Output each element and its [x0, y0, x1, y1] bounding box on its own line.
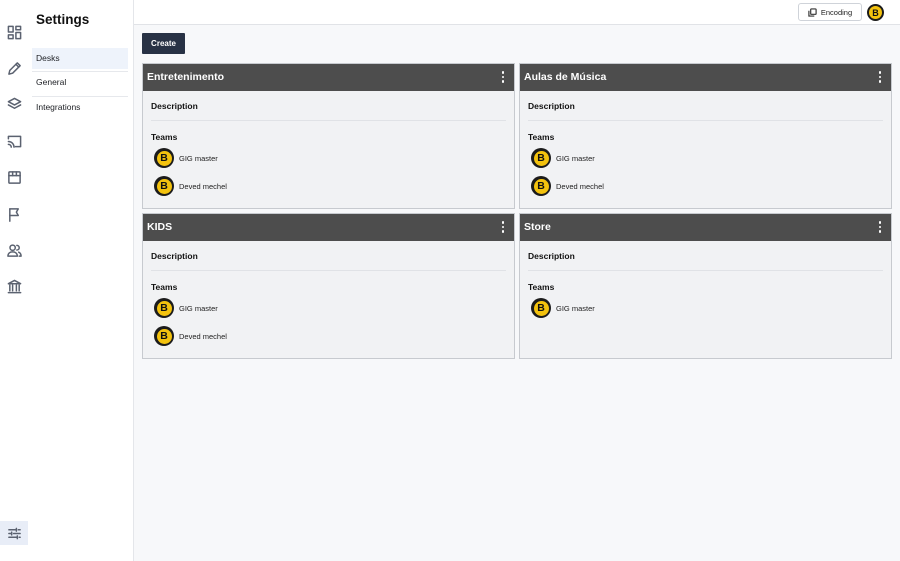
- team-item: B GIG master: [531, 148, 595, 168]
- users-icon[interactable]: [3, 239, 25, 261]
- teams-label: Teams: [151, 282, 178, 292]
- dashboard-icon[interactable]: [3, 21, 25, 43]
- description-label: Description: [151, 101, 198, 111]
- encoding-icon: [808, 7, 817, 17]
- teams-label: Teams: [151, 132, 178, 142]
- card-header: Store: [520, 214, 891, 241]
- more-options-icon[interactable]: [876, 69, 884, 85]
- team-item: B Deved mechel: [531, 176, 604, 196]
- settings-panel: Settings Desks General Integrations: [28, 0, 134, 561]
- card-title: Store: [524, 221, 551, 233]
- team-avatar: B: [154, 326, 174, 346]
- team-avatar: B: [531, 298, 551, 318]
- nav-item-general[interactable]: General: [32, 72, 128, 93]
- team-name: GIG master: [556, 153, 595, 163]
- team-avatar: B: [154, 298, 174, 318]
- team-avatar: B: [531, 176, 551, 196]
- card-title: Entretenimento: [147, 71, 225, 83]
- card-header: KIDS: [143, 214, 514, 241]
- teams-label: Teams: [528, 282, 555, 292]
- team-item: B GIG master: [531, 298, 595, 318]
- more-options-icon[interactable]: [876, 219, 884, 235]
- description-label: Description: [151, 251, 198, 261]
- encoding-label: Encoding: [820, 7, 853, 17]
- description-label: Description: [528, 101, 575, 111]
- flag-icon[interactable]: [3, 203, 25, 225]
- desk-card: Entretenimento Description Teams B GIG m…: [142, 63, 515, 209]
- sliders-icon[interactable]: [0, 521, 28, 545]
- store-icon[interactable]: [3, 166, 25, 188]
- more-options-icon[interactable]: [499, 219, 507, 235]
- layers-icon[interactable]: [3, 93, 25, 115]
- team-avatar: B: [154, 176, 174, 196]
- team-item: B GIG master: [154, 298, 218, 318]
- more-options-icon[interactable]: [499, 69, 507, 85]
- team-name: Deved mechel: [179, 331, 227, 341]
- team-item: B Deved mechel: [154, 176, 227, 196]
- description-label: Description: [528, 251, 575, 261]
- team-avatar: B: [531, 148, 551, 168]
- desk-card: KIDS Description Teams B GIG master B De…: [142, 213, 515, 359]
- teams-label: Teams: [528, 132, 555, 142]
- team-name: GIG master: [179, 303, 218, 313]
- bank-icon[interactable]: [3, 275, 25, 297]
- card-title: KIDS: [147, 221, 173, 233]
- icon-rail: [0, 0, 28, 561]
- cast-icon[interactable]: [3, 130, 25, 152]
- desk-card: Store Description Teams B GIG master: [519, 213, 892, 359]
- settings-title: Settings: [36, 12, 90, 27]
- team-name: GIG master: [179, 153, 218, 163]
- divider: [151, 270, 506, 271]
- team-item: B GIG master: [154, 148, 218, 168]
- encoding-button[interactable]: Encoding: [798, 3, 862, 21]
- nav-item-desks[interactable]: Desks: [32, 48, 128, 69]
- team-avatar: B: [154, 148, 174, 168]
- divider: [151, 120, 506, 121]
- card-title: Aulas de Música: [524, 71, 607, 83]
- create-button[interactable]: Create: [142, 33, 185, 54]
- pencil-icon[interactable]: [3, 57, 25, 79]
- user-avatar[interactable]: B: [867, 4, 884, 21]
- top-bar: Encoding B: [134, 0, 900, 25]
- divider: [528, 120, 883, 121]
- team-item: B Deved mechel: [154, 326, 227, 346]
- card-header: Entretenimento: [143, 64, 514, 91]
- divider: [528, 270, 883, 271]
- card-header: Aulas de Música: [520, 64, 891, 91]
- team-name: Deved mechel: [556, 181, 604, 191]
- nav-item-integrations[interactable]: Integrations: [32, 97, 128, 118]
- desk-card: Aulas de Música Description Teams B GIG …: [519, 63, 892, 209]
- team-name: GIG master: [556, 303, 595, 313]
- team-name: Deved mechel: [179, 181, 227, 191]
